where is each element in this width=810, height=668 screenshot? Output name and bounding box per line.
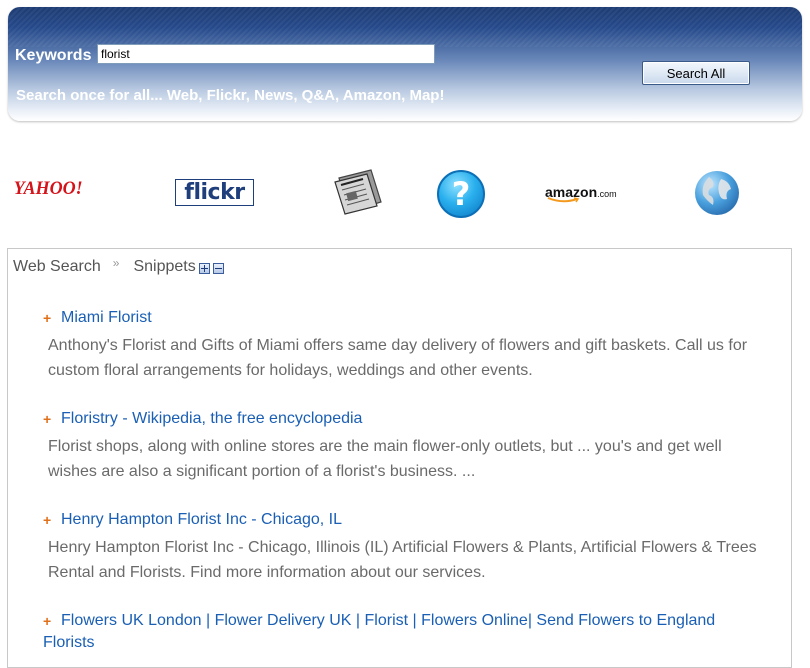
- yahoo-icon[interactable]: YAHOO!: [14, 178, 83, 200]
- breadcrumb-web-search[interactable]: Web Search: [13, 258, 101, 276]
- keywords-input[interactable]: [97, 44, 435, 64]
- result-item: + Floristry - Wikipedia, the free encyclo…: [43, 408, 763, 484]
- amazon-domain: .com: [597, 189, 617, 199]
- result-title-link[interactable]: Henry Hampton Florist Inc - Chicago, IL: [61, 509, 342, 531]
- bullet-icon: +: [43, 613, 52, 629]
- globe-icon[interactable]: [695, 171, 739, 215]
- bullet-icon: +: [43, 512, 52, 528]
- flickr-icon[interactable]: flickr: [175, 179, 254, 206]
- result-snippet: Anthony's Florist and Gifts of Miami off…: [48, 337, 748, 379]
- result-item: + Miami Florist Anthony's Florist and Gif…: [43, 307, 763, 383]
- result-title-link[interactable]: Miami Florist: [61, 307, 152, 329]
- breadcrumb: Web Search » Snippets: [13, 256, 224, 276]
- result-item: + Henry Hampton Florist Inc - Chicago, IL…: [43, 509, 763, 585]
- bullet-icon: +: [43, 411, 52, 427]
- question-icon[interactable]: ?: [437, 170, 485, 218]
- result-title-link[interactable]: Flowers UK London | Flower Delivery UK |…: [43, 612, 715, 651]
- collapse-icon[interactable]: [212, 262, 224, 274]
- tagline: Search once for all... Web, Flickr, News…: [16, 87, 445, 104]
- expand-icon[interactable]: [198, 262, 210, 274]
- keywords-label: Keywords: [15, 47, 92, 64]
- result-snippet: Henry Hampton Florist Inc - Chicago, Ill…: [48, 539, 757, 581]
- newspaper-icon[interactable]: [333, 168, 385, 216]
- search-all-button[interactable]: Search All: [642, 61, 750, 85]
- result-item: + Flowers UK London | Flower Delivery UK …: [43, 610, 763, 654]
- result-title-link[interactable]: Floristry - Wikipedia, the free encyclop…: [61, 408, 362, 430]
- breadcrumb-separator-icon: »: [112, 256, 120, 270]
- breadcrumb-snippets: Snippets: [133, 258, 196, 275]
- amazon-smile-icon: [547, 197, 580, 203]
- bullet-icon: +: [43, 310, 52, 326]
- result-snippet: Florist shops, along with online stores …: [48, 438, 722, 480]
- search-header: Keywords Search once for all... Web, Fli…: [8, 7, 802, 121]
